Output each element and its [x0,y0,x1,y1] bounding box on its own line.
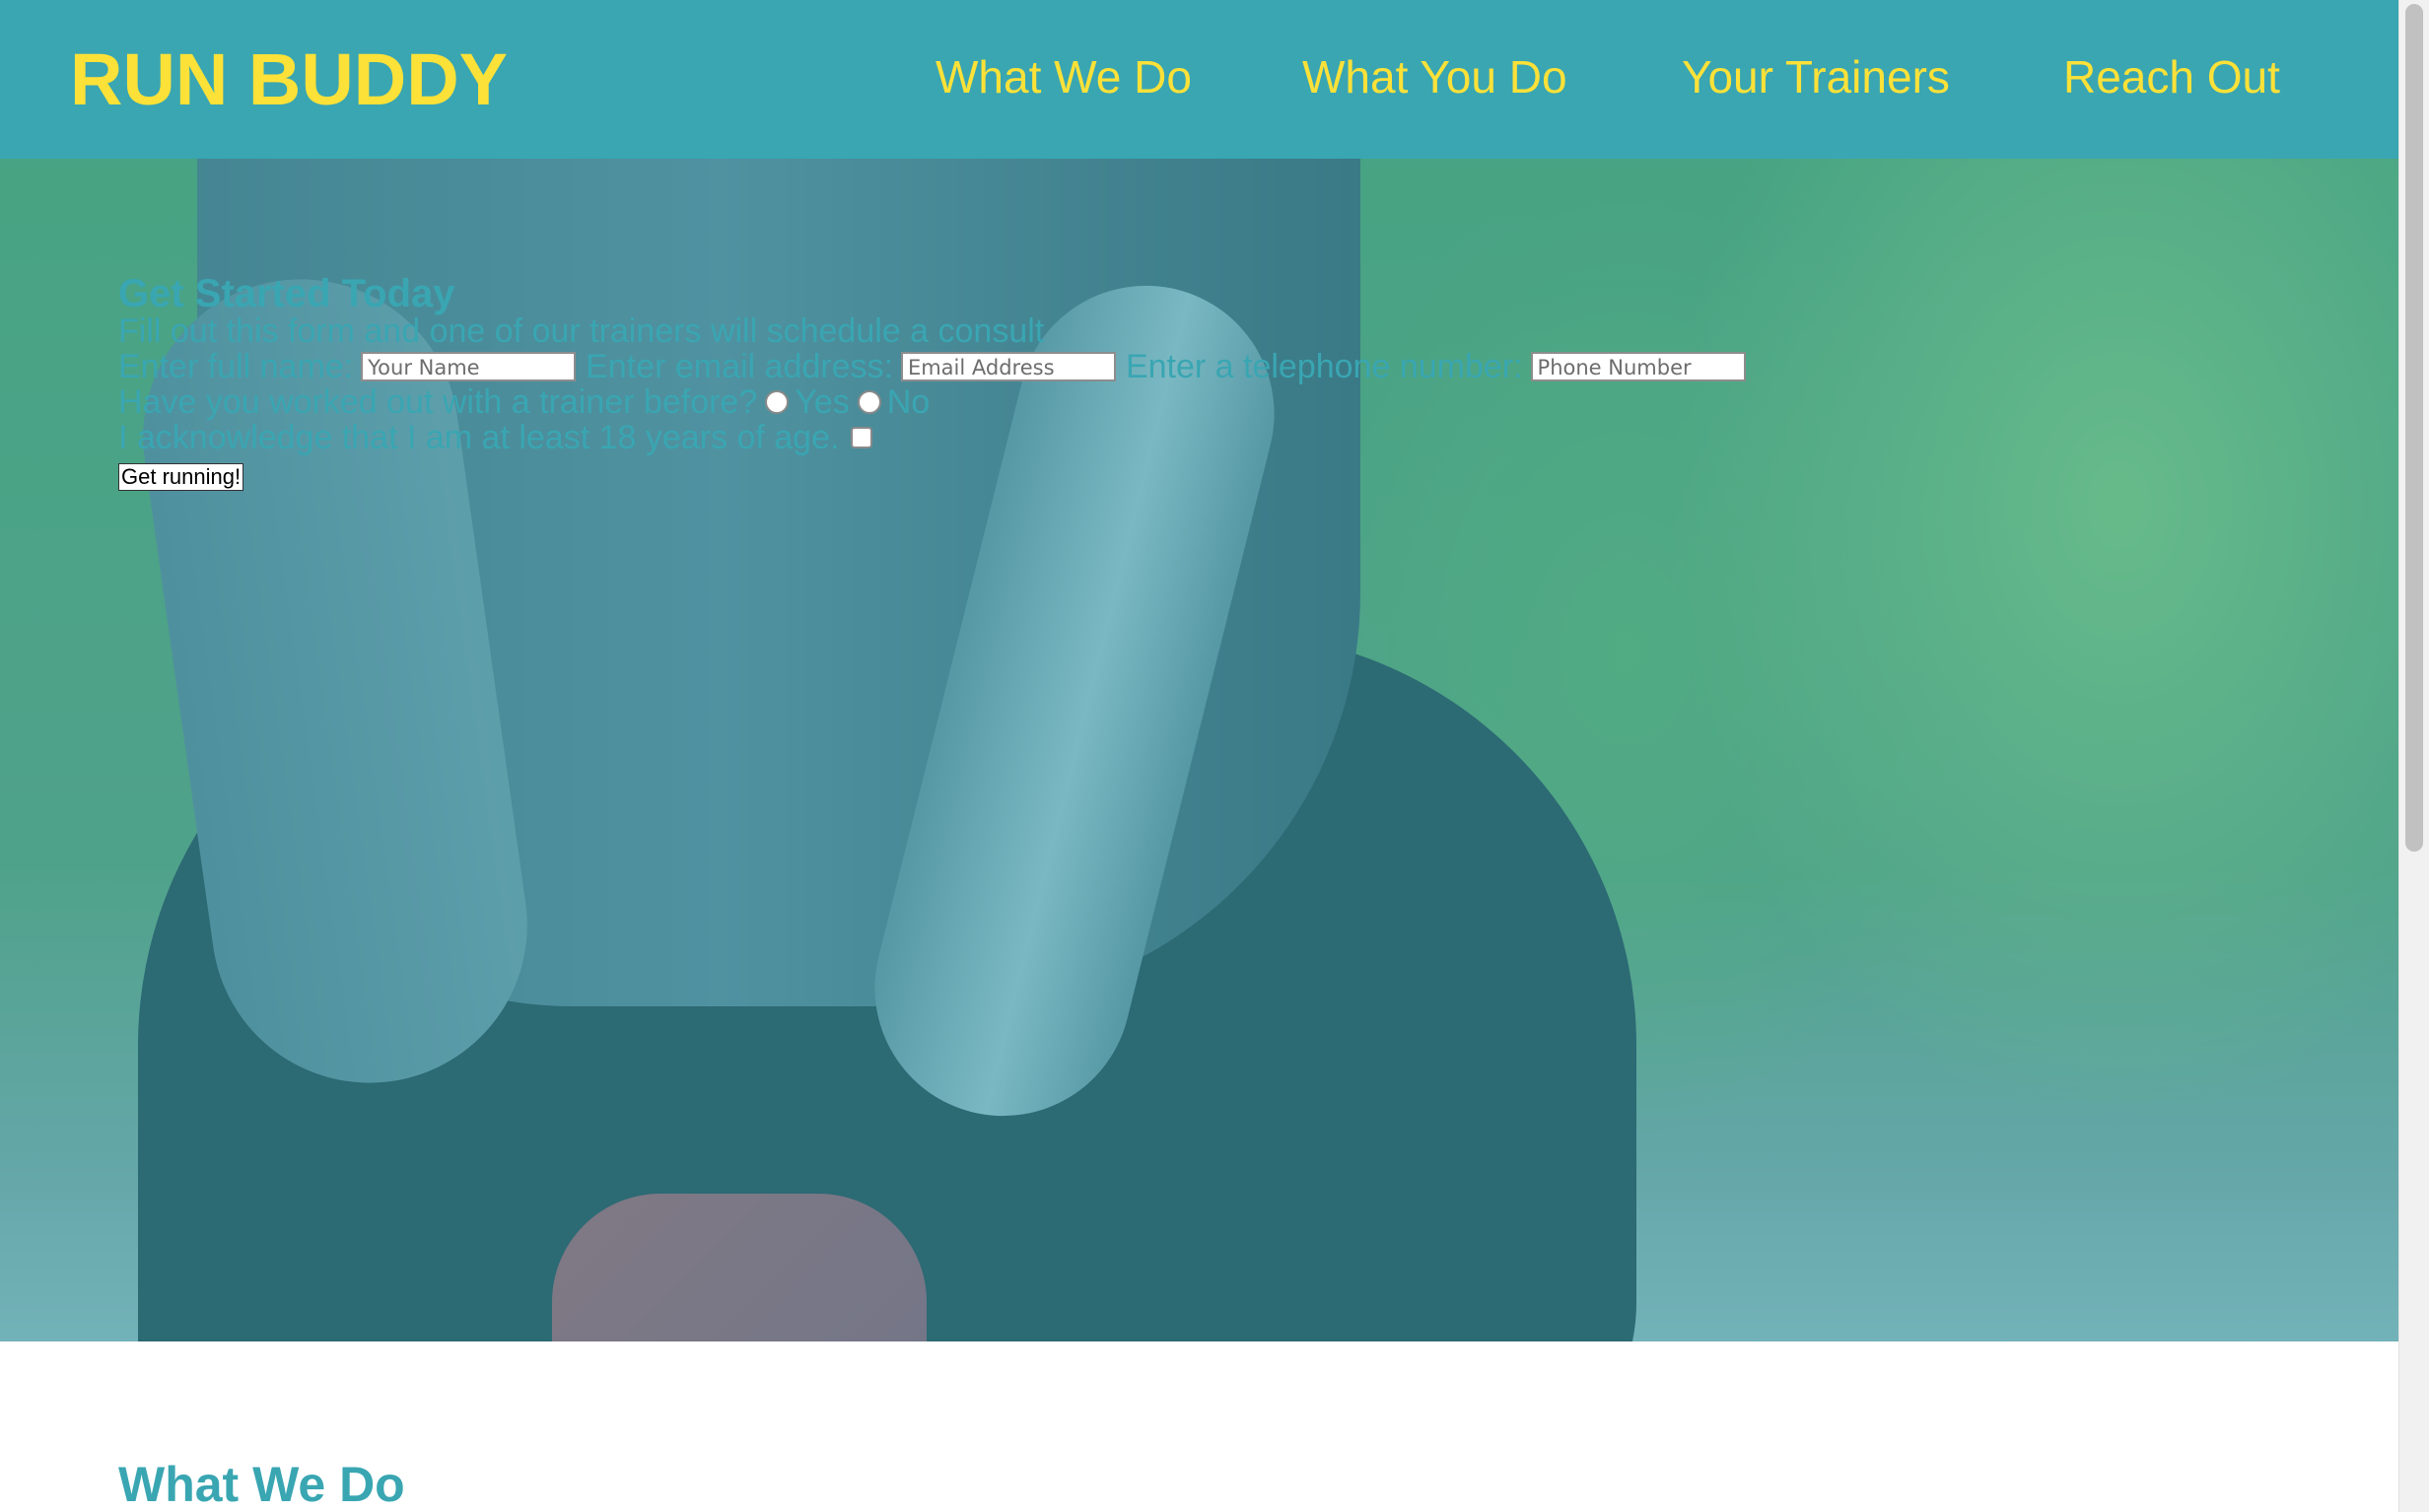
submit-button[interactable]: Get running! [118,463,244,491]
page-scrollbar[interactable] [2398,0,2429,1512]
age-checkbox[interactable] [851,427,873,448]
radio-no[interactable] [857,390,881,414]
name-input[interactable]: Your Name [361,352,577,381]
email-label: Enter email address: [586,348,893,385]
hero-section: Get Started Today Fill out this form and… [0,159,2399,1341]
nav-reach-out[interactable]: Reach Out [2063,47,2280,106]
nav-your-trainers[interactable]: Your Trainers [1682,47,1950,106]
phone-label: Enter a telephone number: [1125,348,1523,385]
form-subtitle: Fill out this form and one of our traine… [118,312,1045,350]
scrollbar-thumb[interactable] [2405,4,2423,852]
nav-what-we-do[interactable]: What We Do [936,47,1192,106]
trainer-question: Have you worked out with a trainer befor… [118,383,758,421]
name-label: Enter full name: [118,348,354,385]
form-title: Get Started Today [118,272,455,315]
section-title-what-we-do: What We Do [118,1457,405,1512]
age-acknowledge-label: I acknowledge that I am at least 18 year… [118,419,840,456]
nav-what-you-do[interactable]: What You Do [1302,47,1567,106]
signup-form: Get Started Today Fill out this form and… [118,274,1756,491]
email-input[interactable]: Email Address [900,352,1116,381]
site-header: RUN BUDDY What We Do What You Do Your Tr… [0,0,2399,159]
logo[interactable]: RUN BUDDY [70,37,508,122]
phone-input[interactable]: Phone Number [1530,352,1746,381]
no-label: No [886,383,931,421]
yes-label: Yes [795,383,850,421]
radio-yes[interactable] [765,390,790,414]
